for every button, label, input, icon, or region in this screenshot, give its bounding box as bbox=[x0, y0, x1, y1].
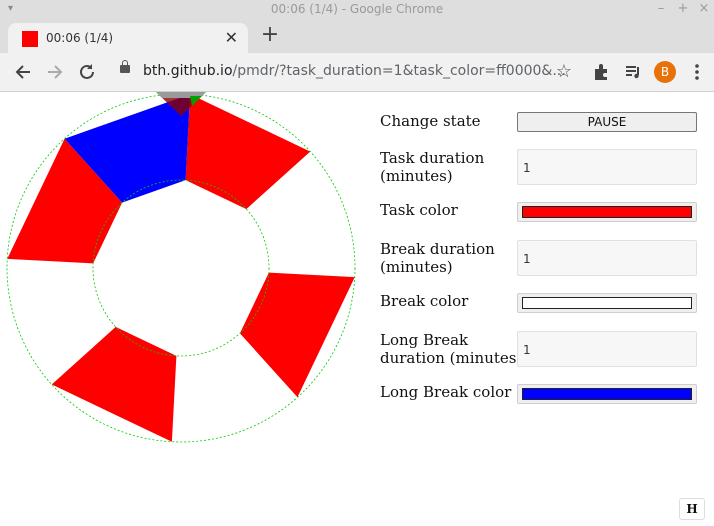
break-duration-label-line1: Break duration bbox=[380, 240, 495, 258]
forward-icon[interactable] bbox=[44, 61, 66, 83]
bookmark-star-icon[interactable]: ☆ bbox=[556, 61, 572, 82]
long-break-color-label: Long Break color bbox=[380, 383, 512, 401]
change-state-label: Change state bbox=[380, 112, 481, 130]
minimize-icon[interactable]: – bbox=[654, 1, 668, 16]
task-duration-label-line2: (minutes) bbox=[380, 167, 453, 185]
pomodoro-wheel bbox=[6, 92, 356, 443]
task-duration-label: Task duration (minutes) bbox=[380, 149, 484, 185]
task-duration-label-line1: Task duration bbox=[380, 149, 485, 167]
lock-icon[interactable] bbox=[120, 60, 130, 73]
menu-kebab-icon[interactable] bbox=[686, 61, 708, 83]
window-titlebar: ▾ 00:06 (1/4) - Google Chrome – + × bbox=[0, 0, 714, 20]
tab-strip: 00:06 (1/4) ✕ + bbox=[0, 20, 714, 53]
break-color-swatch bbox=[522, 297, 692, 309]
long-break-color-picker[interactable] bbox=[517, 384, 697, 404]
back-icon[interactable] bbox=[12, 61, 34, 83]
task-color-label: Task color bbox=[380, 201, 458, 219]
browser-toolbar: bth.github.io/pmdr/?task_duration=1&task… bbox=[0, 53, 714, 92]
extensions-icon[interactable] bbox=[590, 61, 612, 83]
long-break-duration-input[interactable]: 1 bbox=[517, 331, 697, 367]
break-color-label: Break color bbox=[380, 292, 469, 310]
long-break-duration-label: Long Break duration (minutes) bbox=[380, 331, 522, 367]
page-content: Change state PAUSE Task duration (minute… bbox=[0, 92, 714, 526]
maximize-icon[interactable]: + bbox=[676, 1, 690, 16]
url-host: bth.github.io bbox=[143, 63, 233, 79]
break-duration-label: Break duration (minutes) bbox=[380, 240, 495, 276]
close-tab-icon[interactable]: ✕ bbox=[225, 28, 238, 47]
tab-title: 00:06 (1/4) bbox=[46, 31, 114, 45]
break-duration-label-line2: (minutes) bbox=[380, 258, 453, 276]
break-color-picker[interactable] bbox=[517, 293, 697, 313]
pause-button[interactable]: PAUSE bbox=[517, 112, 697, 132]
profile-avatar[interactable]: B bbox=[654, 61, 676, 83]
reload-icon[interactable] bbox=[76, 61, 98, 83]
url-path: /pmdr/?task_duration=1&task_color=ff0000… bbox=[232, 63, 566, 79]
window-title: 00:06 (1/4) - Google Chrome bbox=[270, 2, 444, 16]
task-duration-input[interactable]: 1 bbox=[517, 149, 697, 185]
tab-active[interactable]: 00:06 (1/4) ✕ bbox=[8, 23, 248, 53]
help-button[interactable]: H bbox=[679, 498, 705, 520]
media-control-icon[interactable] bbox=[622, 61, 644, 83]
new-tab-button[interactable]: + bbox=[258, 24, 282, 48]
long-break-color-swatch bbox=[522, 388, 692, 400]
task-color-picker[interactable] bbox=[517, 202, 697, 222]
task-color-swatch bbox=[522, 206, 692, 218]
wheel-segments bbox=[7, 94, 355, 442]
close-window-icon[interactable]: × bbox=[697, 1, 711, 16]
long-break-label-line1: Long Break bbox=[380, 331, 469, 349]
address-bar[interactable]: bth.github.io/pmdr/?task_duration=1&task… bbox=[112, 58, 586, 86]
url-text[interactable]: bth.github.io/pmdr/?task_duration=1&task… bbox=[143, 63, 566, 79]
break-duration-input[interactable]: 1 bbox=[517, 240, 697, 276]
long-break-label-line2: duration (minutes) bbox=[380, 349, 523, 367]
favicon-icon bbox=[22, 31, 38, 47]
